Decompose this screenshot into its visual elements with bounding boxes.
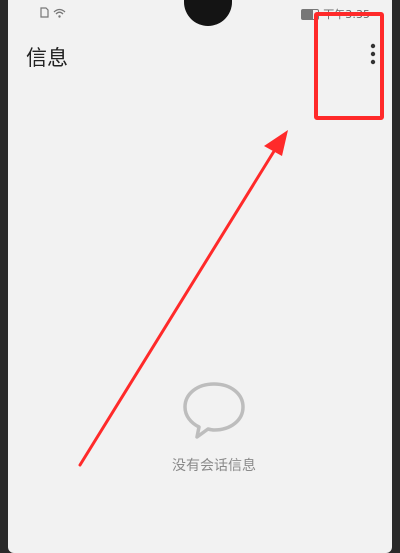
status-icons-left xyxy=(40,7,66,18)
more-vertical-icon xyxy=(370,43,376,65)
page-title: 信息 xyxy=(26,46,68,70)
sim-icon xyxy=(40,7,49,18)
messages-screen: 下午3:35 信息 没有会话信息 xyxy=(8,0,392,553)
chat-bubble-icon xyxy=(183,382,245,439)
battery-icon xyxy=(301,8,320,20)
status-icons-right: 下午3:35 xyxy=(301,6,370,22)
phone-frame: 下午3:35 信息 没有会话信息 xyxy=(0,0,400,553)
status-time: 下午3:35 xyxy=(323,8,370,21)
more-options-button[interactable] xyxy=(358,36,388,72)
wifi-icon xyxy=(53,8,66,18)
empty-state-message: 没有会话信息 xyxy=(172,458,256,474)
